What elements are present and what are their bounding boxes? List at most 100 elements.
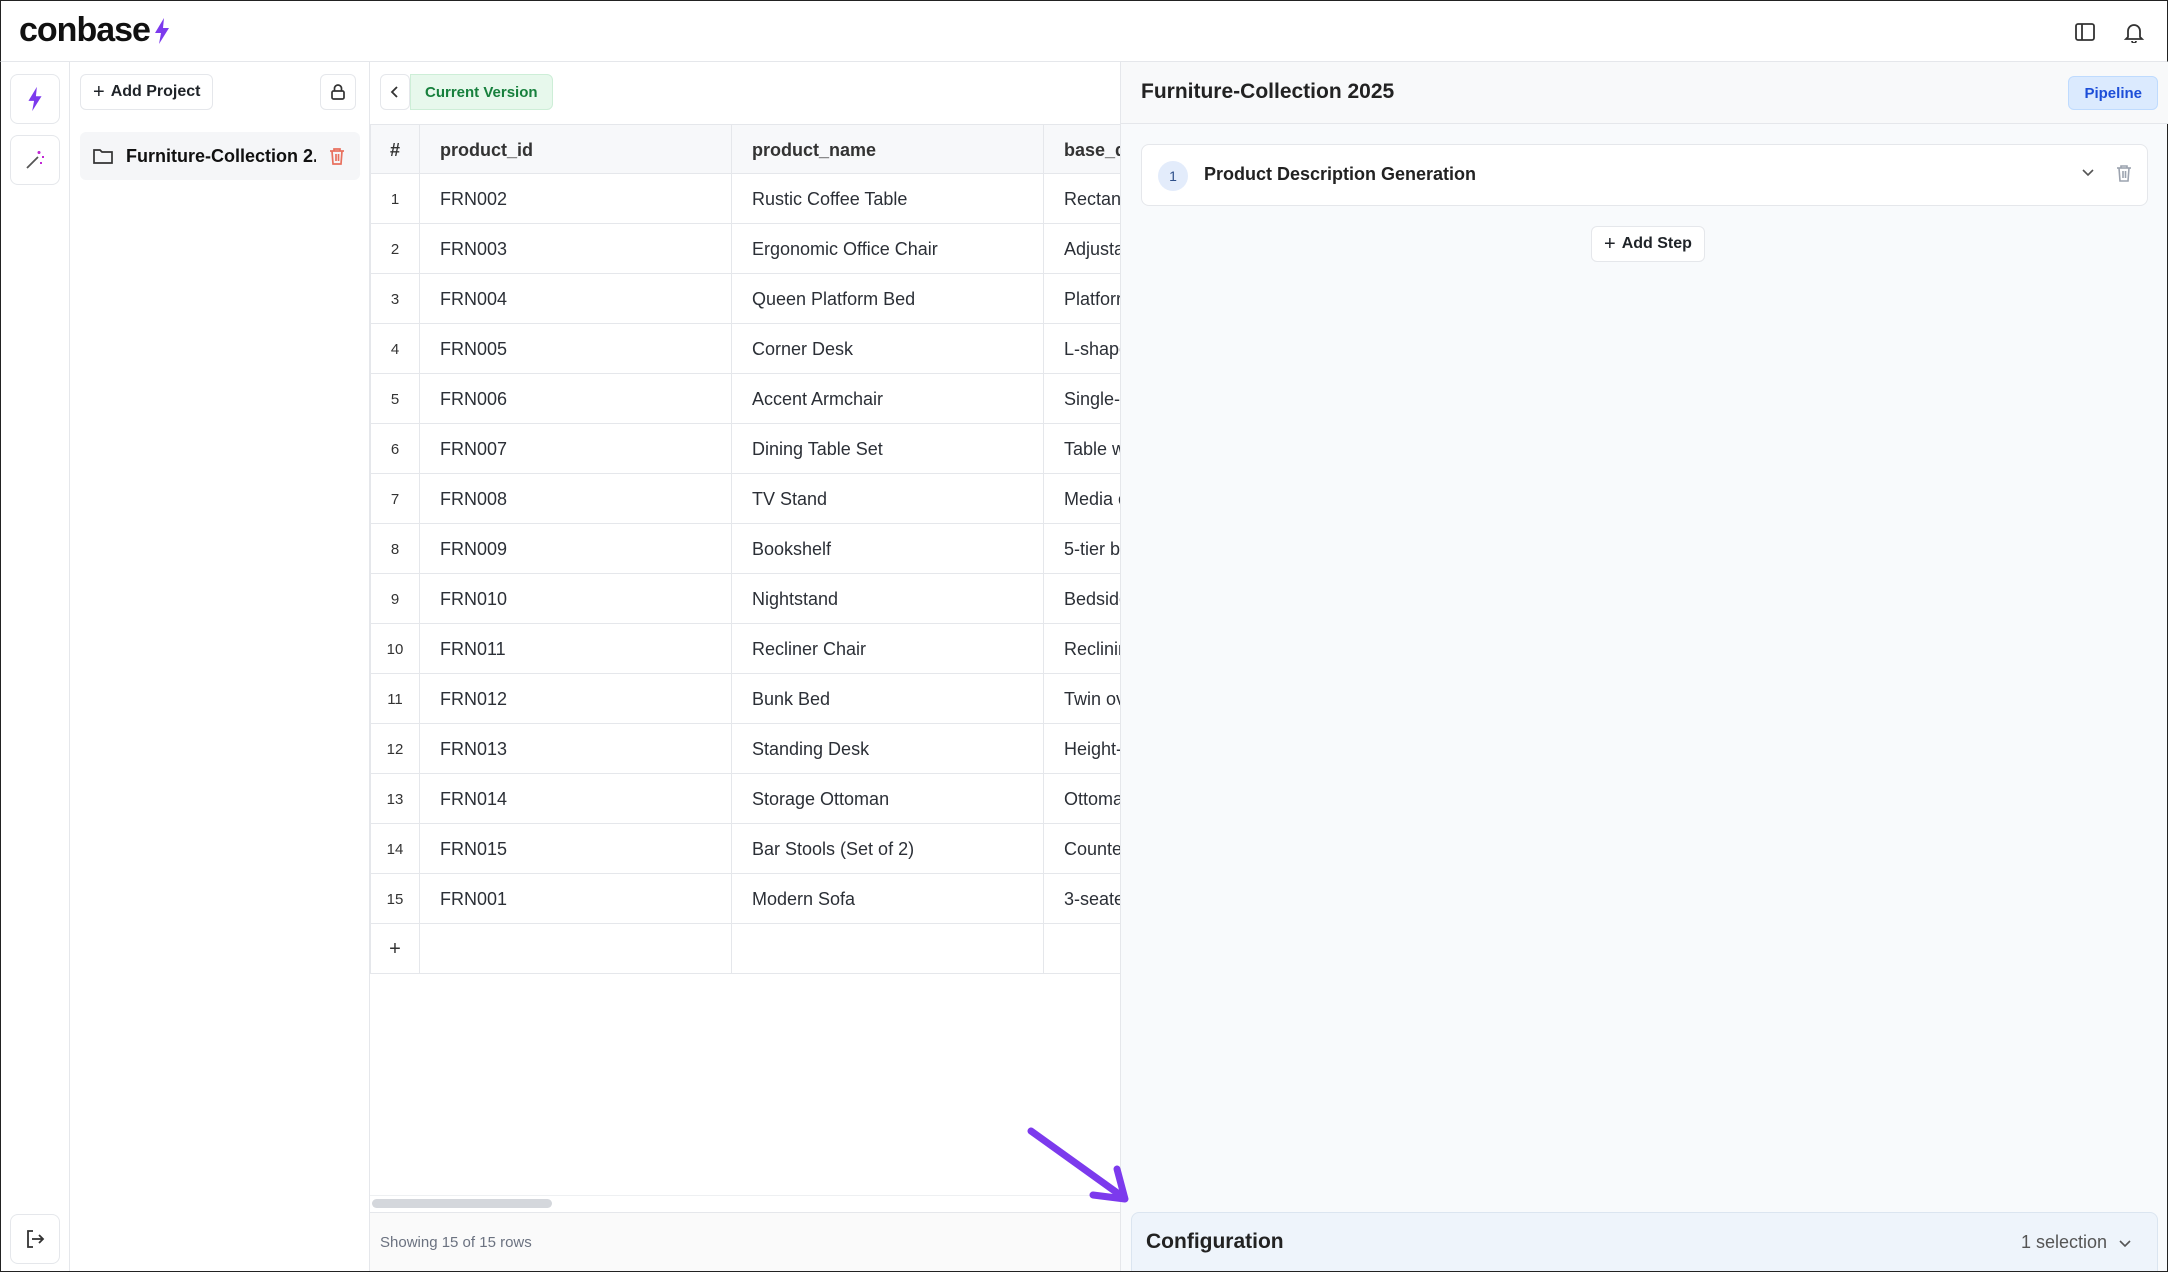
rail-button-magic[interactable]: [10, 135, 60, 185]
cell-product-id[interactable]: FRN002: [420, 174, 732, 224]
cell-product-id[interactable]: FRN008: [420, 474, 732, 524]
cell-product-id[interactable]: FRN011: [420, 624, 732, 674]
cell-product-name[interactable]: Ergonomic Office Chair: [732, 224, 1044, 274]
table-row[interactable]: 2 FRN003 Ergonomic Office Chair Adjusta: [370, 224, 1120, 274]
pipeline-step[interactable]: 1 Product Description Generation: [1141, 144, 2148, 206]
add-row[interactable]: +: [370, 924, 1120, 974]
scrollbar-thumb[interactable]: [372, 1199, 552, 1208]
row-index[interactable]: 2: [370, 224, 420, 274]
cell-base-description[interactable]: Bedside: [1044, 574, 1120, 624]
cell-product-name[interactable]: Bar Stools (Set of 2): [732, 824, 1044, 874]
cell-base-description[interactable]: Ottoma: [1044, 774, 1120, 824]
cell-base-description[interactable]: Adjusta: [1044, 224, 1120, 274]
table-row[interactable]: 1FRN002Rustic Coffee TableRectang: [370, 174, 1120, 224]
cell-base-description[interactable]: Twin ov: [1044, 674, 1120, 724]
chevron-down-icon[interactable]: [2079, 163, 2097, 181]
row-index[interactable]: 6: [370, 424, 420, 474]
empty-cell[interactable]: [1044, 924, 1120, 974]
cell-base-description[interactable]: 3-seate: [1044, 874, 1120, 924]
column-header-base-description[interactable]: base_d: [1044, 125, 1120, 175]
app-logo[interactable]: conbase: [19, 11, 172, 50]
row-index[interactable]: 10: [370, 624, 420, 674]
row-index[interactable]: 14: [370, 824, 420, 874]
empty-cell[interactable]: [420, 924, 732, 974]
cell-product-name[interactable]: Accent Armchair: [732, 374, 1044, 424]
row-index[interactable]: 4: [370, 324, 420, 374]
cell-product-name[interactable]: Modern Sofa: [732, 874, 1044, 924]
trash-icon[interactable]: [2115, 163, 2133, 183]
cell-base-description[interactable]: Height-: [1044, 724, 1120, 774]
cell-product-id[interactable]: FRN014: [420, 774, 732, 824]
table-row[interactable]: 12 FRN013 Standing Desk Height-: [370, 724, 1120, 774]
sidebar-toggle-icon[interactable]: [2071, 18, 2099, 46]
cell-product-name[interactable]: Recliner Chair: [732, 624, 1044, 674]
configuration-bar[interactable]: Configuration 1 selection: [1131, 1212, 2158, 1272]
cell-base-description[interactable]: Single-s: [1044, 374, 1120, 424]
trash-icon[interactable]: [328, 146, 346, 166]
cell-product-name[interactable]: Bunk Bed: [732, 674, 1044, 724]
table-row[interactable]: 10FRN011Recliner ChairReclinin: [370, 624, 1120, 674]
collapse-button[interactable]: [380, 74, 410, 110]
cell-product-name[interactable]: Queen Platform Bed: [732, 274, 1044, 324]
table-row[interactable]: 3 FRN004 Queen Platform Bed Platforr: [370, 274, 1120, 324]
horizontal-scrollbar[interactable]: [370, 1195, 1120, 1209]
cell-base-description[interactable]: Rectang: [1044, 174, 1120, 224]
bell-icon[interactable]: [2120, 18, 2148, 46]
row-index[interactable]: 5: [370, 374, 420, 424]
cell-base-description[interactable]: Reclinin: [1044, 624, 1120, 674]
table-row[interactable]: 15 FRN001 Modern Sofa 3-seate: [370, 874, 1120, 924]
row-index[interactable]: 7: [370, 474, 420, 524]
column-header-index[interactable]: #: [370, 125, 420, 175]
row-index[interactable]: 9: [370, 574, 420, 624]
cell-product-id[interactable]: FRN003: [420, 224, 732, 274]
row-index[interactable]: 8: [370, 524, 420, 574]
table-row[interactable]: 9FRN010NightstandBedside: [370, 574, 1120, 624]
table-row[interactable]: 13 FRN014 Storage Ottoman Ottoma: [370, 774, 1120, 824]
cell-product-id[interactable]: FRN013: [420, 724, 732, 774]
row-index[interactable]: 12: [370, 724, 420, 774]
cell-product-name[interactable]: Rustic Coffee Table: [732, 174, 1044, 224]
pipeline-button[interactable]: Pipeline: [2068, 76, 2158, 110]
logout-button[interactable]: [10, 1214, 60, 1264]
cell-product-name[interactable]: TV Stand: [732, 474, 1044, 524]
empty-cell[interactable]: [732, 924, 1044, 974]
table-row[interactable]: 8 FRN009 Bookshelf 5-tier b: [370, 524, 1120, 574]
cell-base-description[interactable]: Table w: [1044, 424, 1120, 474]
row-index[interactable]: 15: [370, 874, 420, 924]
cell-product-id[interactable]: FRN012: [420, 674, 732, 724]
cell-product-name[interactable]: Dining Table Set: [732, 424, 1044, 474]
table-row[interactable]: 4FRN005Corner DeskL-shape: [370, 324, 1120, 374]
table-row[interactable]: 5FRN006Accent ArmchairSingle-s: [370, 374, 1120, 424]
lock-button[interactable]: [320, 74, 356, 110]
row-index[interactable]: 11: [370, 674, 420, 724]
table-row[interactable]: 7FRN008TV StandMedia c: [370, 474, 1120, 524]
version-badge[interactable]: Current Version: [410, 74, 553, 110]
cell-product-id[interactable]: FRN007: [420, 424, 732, 474]
add-row-button[interactable]: +: [370, 924, 420, 974]
project-item[interactable]: Furniture-Collection 2...: [80, 132, 360, 180]
cell-product-id[interactable]: FRN006: [420, 374, 732, 424]
cell-product-id[interactable]: FRN004: [420, 274, 732, 324]
add-project-button[interactable]: + Add Project: [80, 74, 214, 110]
cell-product-name[interactable]: Corner Desk: [732, 324, 1044, 374]
table-row[interactable]: 14 FRN015 Bar Stools (Set of 2) Counte: [370, 824, 1120, 874]
cell-product-name[interactable]: Storage Ottoman: [732, 774, 1044, 824]
cell-base-description[interactable]: L-shape: [1044, 324, 1120, 374]
table-row[interactable]: 6 FRN007 Dining Table Set Table w: [370, 424, 1120, 474]
row-index[interactable]: 3: [370, 274, 420, 324]
cell-product-name[interactable]: Nightstand: [732, 574, 1044, 624]
table-row[interactable]: 11 FRN012 Bunk Bed Twin ov: [370, 674, 1120, 724]
column-header-product-id[interactable]: product_id: [420, 125, 732, 175]
cell-base-description[interactable]: Media c: [1044, 474, 1120, 524]
cell-product-id[interactable]: FRN001: [420, 874, 732, 924]
cell-product-name[interactable]: Bookshelf: [732, 524, 1044, 574]
cell-product-id[interactable]: FRN009: [420, 524, 732, 574]
row-index[interactable]: 13: [370, 774, 420, 824]
cell-product-id[interactable]: FRN010: [420, 574, 732, 624]
cell-base-description[interactable]: Platforr: [1044, 274, 1120, 324]
cell-base-description[interactable]: Counte: [1044, 824, 1120, 874]
column-header-product-name[interactable]: product_name: [732, 125, 1044, 175]
add-step-button[interactable]: + Add Step: [1591, 226, 1705, 262]
cell-base-description[interactable]: 5-tier b: [1044, 524, 1120, 574]
row-index[interactable]: 1: [370, 174, 420, 224]
